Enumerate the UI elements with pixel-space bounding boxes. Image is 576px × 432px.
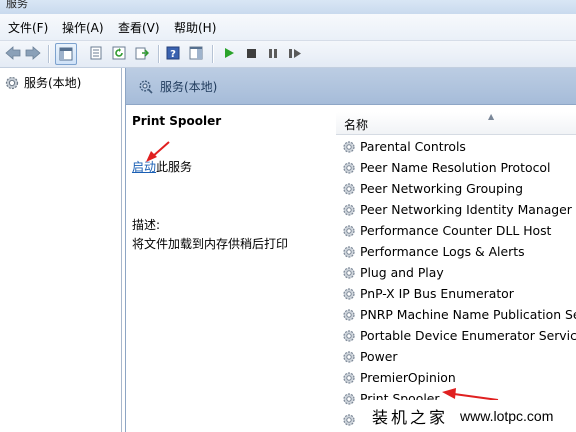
export-list-icon[interactable] [133,44,151,62]
service-gear-icon [343,392,355,405]
services-pane: 服务(本地) Print Spooler 启动此服务 描述: 将文件加载到内存供… [125,68,576,432]
service-gear-icon [343,224,355,237]
back-icon[interactable] [4,44,22,62]
console-tree: 服务(本地) [0,68,122,432]
service-row-name: PremierOpinion [360,370,456,385]
service-row[interactable]: Parental Controls [336,136,576,157]
service-row-name: Peer Networking Grouping [360,181,524,196]
service-gear-icon [343,371,355,384]
start-service-suffix: 此服务 [156,160,193,174]
service-row[interactable]: Performance Logs & Alerts [336,241,576,262]
description-label: 描述: [132,218,161,232]
show-console-tree-icon[interactable] [55,43,77,65]
service-gear-icon [343,140,355,153]
service-list[interactable]: ▲ 名称 Parental Controls Peer Name Resoluti… [336,108,576,432]
service-row[interactable]: Portable Device Enumerator Service [336,325,576,346]
service-row-name: PNRP Machine Name Publication Service [360,307,576,322]
service-details: Print Spooler 启动此服务 描述: 将文件加载到内存供稍后打印 [132,114,332,251]
service-row-name: Power [360,349,398,364]
service-row-name: Portable Device Enumerator Service [360,328,576,343]
service-row-name: Parental Controls [360,139,466,154]
service-row-name: Peer Name Resolution Protocol [360,160,551,175]
title-bar: 服务 [0,0,576,14]
menu-action[interactable]: 操作(A) [62,19,104,36]
toolbar-separator [48,45,49,63]
menu-file[interactable]: 文件(F) [8,19,48,36]
window-title: 服务 [6,0,28,10]
start-service-icon[interactable] [220,44,238,62]
service-row-name: Plug and Play [360,265,444,280]
service-row[interactable]: Performance Counter DLL Host [336,220,576,241]
sort-ascending-icon: ▲ [488,112,495,121]
forward-icon[interactable] [24,44,42,62]
start-service-link[interactable]: 启动 [132,160,156,174]
service-row[interactable]: Peer Networking Grouping [336,178,576,199]
start-service-line: 启动此服务 [132,158,192,175]
service-row[interactable]: Power [336,346,576,367]
toolbar-separator [158,45,159,63]
service-gear-icon [343,161,355,174]
service-row[interactable]: Plug and Play [336,262,576,283]
column-header-label: 名称 [344,118,369,132]
menu-help[interactable]: 帮助(H) [174,19,216,36]
service-gear-icon [343,413,355,426]
service-gear-icon [343,245,355,258]
restart-service-icon[interactable] [286,44,304,62]
properties-icon[interactable] [87,44,105,62]
selected-service-name: Print Spooler [132,114,222,128]
services-header: 服务(本地) [126,68,576,105]
service-gear-icon [343,308,355,321]
menu-view[interactable]: 查看(V) [118,19,160,36]
tree-item-label: 服务(本地) [24,76,82,90]
search-gear-icon [139,80,153,94]
services-header-title: 服务(本地) [160,80,218,94]
service-row-name: Performance Logs & Alerts [360,244,525,259]
service-gear-icon [343,329,355,342]
watermark-url: www.lotpc.com [460,408,554,424]
column-header-name[interactable]: ▲ 名称 [336,112,576,135]
help-icon[interactable]: ? [164,44,182,62]
watermark: 装机之家 www.lotpc.com [360,400,576,432]
service-row[interactable]: PremierOpinion [336,367,576,388]
service-row[interactable]: Peer Name Resolution Protocol [336,157,576,178]
service-row-name: PnP-X IP Bus Enumerator [360,286,514,301]
menu-bar: 文件(F) 操作(A) 查看(V) 帮助(H) [0,14,576,41]
service-gear-icon [343,350,355,363]
toolbar-separator [212,45,213,63]
service-gear-icon [343,203,355,216]
service-row-name: Performance Counter DLL Host [360,223,552,238]
service-row[interactable]: PNRP Machine Name Publication Service [336,304,576,325]
watermark-text: 装机之家 [372,408,449,427]
toolbar: ? [0,41,576,68]
service-gear-icon [343,182,355,195]
action-pane-icon[interactable] [187,44,205,62]
service-gear-icon [343,287,355,300]
gear-icon [5,76,19,89]
service-row-name: Peer Networking Identity Manager [360,202,572,217]
service-row[interactable]: Peer Networking Identity Manager [336,199,576,220]
service-row[interactable]: PnP-X IP Bus Enumerator [336,283,576,304]
service-gear-icon [343,266,355,279]
refresh-icon[interactable] [110,44,128,62]
svg-text:?: ? [170,49,176,60]
description-text: 将文件加载到内存供稍后打印 [132,237,289,251]
stop-service-icon[interactable] [242,44,260,62]
tree-item-services-local[interactable]: 服务(本地) [4,74,81,91]
pause-service-icon[interactable] [264,44,282,62]
